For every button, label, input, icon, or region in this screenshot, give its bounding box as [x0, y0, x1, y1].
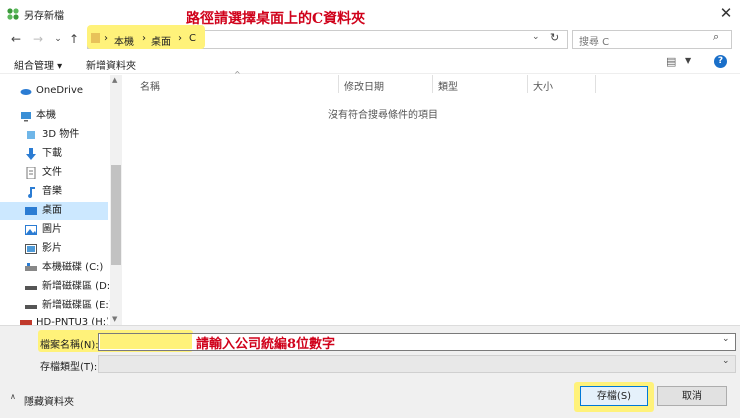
column-header-size[interactable]: 大小 [533, 78, 553, 93]
hide-folders-button[interactable]: 隱藏資料夾 [24, 393, 74, 408]
breadcrumb-this-pc[interactable]: 本機 [114, 33, 134, 48]
close-icon: ✕ [719, 4, 733, 22]
music-note-icon [28, 187, 35, 198]
forward-button[interactable]: → [30, 31, 46, 47]
sidebar-item-drive-c[interactable]: 本機磁碟 (C:) [0, 259, 108, 277]
sidebar-item-3d-objects[interactable]: 3D 物件 [0, 126, 108, 144]
sidebar-item-desktop[interactable]: 桌面 [0, 202, 108, 220]
column-header-type[interactable]: 類型 [438, 78, 458, 93]
close-button[interactable]: ✕ [715, 2, 737, 24]
back-arrow-icon: ← [10, 32, 22, 46]
sidebar-item-pictures[interactable]: 圖片 [0, 221, 108, 239]
cancel-button[interactable]: 取消 [657, 386, 727, 406]
video-icon [25, 244, 37, 254]
search-icon[interactable]: ⌕ [713, 30, 719, 44]
new-folder-button[interactable]: 新增資料夾 [86, 57, 136, 72]
filename-field[interactable] [98, 333, 736, 351]
window-title: 另存新檔 [24, 11, 64, 22]
navigation-scrollbar-thumb[interactable] [111, 165, 121, 265]
search-input[interactable]: 搜尋 C [579, 33, 609, 48]
drive-icon [25, 305, 37, 309]
cloud-icon [20, 89, 32, 95]
forward-arrow-icon: → [32, 32, 44, 46]
view-dropdown-icon[interactable]: ▼ [685, 56, 691, 65]
cube-icon [27, 131, 35, 139]
sidebar-clip: HD-PNTU3 (H:) [0, 312, 108, 325]
sidebar-item-music[interactable]: 音樂 [0, 183, 108, 201]
filename-value-highlight [100, 334, 192, 349]
filetype-label: 存檔類型(T): [40, 362, 98, 373]
filename-annotation: 請輸入公司統編8位數字 [196, 337, 336, 352]
sidebar-item-drive-d[interactable]: 新增磁碟區 (D:) [0, 278, 114, 296]
download-arrow-icon [26, 148, 36, 160]
scroll-down-icon[interactable]: ▼ [112, 315, 117, 323]
up-button[interactable]: ↑ [66, 31, 82, 47]
column-headers [122, 75, 740, 93]
save-button[interactable]: 存檔(S) [580, 386, 648, 406]
sidebar-item-documents[interactable]: 文件 [0, 164, 108, 182]
breadcrumb-desktop[interactable]: 桌面 [151, 33, 171, 48]
up-arrow-icon: ↑ [68, 32, 80, 46]
sidebar-item-this-pc[interactable]: 本機 [0, 107, 108, 125]
organize-button[interactable]: 組合管理 ▾ [14, 57, 62, 72]
chevron-up-icon[interactable]: ∧ [10, 392, 16, 401]
recent-locations-button[interactable]: ⌄ [50, 31, 66, 47]
filetype-select[interactable] [98, 355, 736, 373]
computer-icon [21, 112, 31, 122]
desktop-icon [25, 207, 37, 215]
filename-label: 檔案名稱(N): [40, 340, 99, 351]
filetype-dropdown-icon[interactable]: ⌄ [722, 356, 730, 366]
sidebar-item-videos[interactable]: 影片 [0, 240, 108, 258]
title-bar [0, 0, 740, 28]
view-options-icon[interactable]: ▤ [666, 55, 676, 68]
document-icon [26, 167, 36, 179]
usb-drive-icon [20, 320, 32, 325]
sort-indicator-icon: ^ [234, 70, 241, 79]
save-dialog-icon [7, 8, 19, 20]
column-header-modified[interactable]: 修改日期 [344, 78, 384, 93]
empty-results-message: 沒有符合搜尋條件的項目 [328, 110, 438, 121]
scroll-up-icon[interactable]: ▲ [112, 76, 117, 84]
filename-dropdown-icon[interactable]: ⌄ [722, 334, 730, 344]
help-icon[interactable]: ? [714, 55, 727, 68]
address-dropdown-icon[interactable]: ⌄ [532, 32, 540, 42]
back-button[interactable]: ← [8, 31, 24, 47]
sidebar-item-drive-h[interactable]: HD-PNTU3 (H:) [0, 314, 108, 325]
refresh-icon[interactable]: ↻ [550, 31, 559, 44]
chevron-down-icon: ⌄ [54, 34, 62, 44]
sidebar-item-onedrive[interactable]: OneDrive [0, 82, 108, 100]
path-annotation: 路徑請選擇桌面上的C資料夾 [186, 11, 366, 27]
picture-icon [25, 225, 37, 235]
column-header-name[interactable]: 名稱 [140, 78, 160, 93]
drive-icon [25, 286, 37, 290]
sidebar-item-downloads[interactable]: 下載 [0, 145, 108, 163]
folder-icon [91, 33, 100, 43]
drive-icon [25, 263, 37, 271]
breadcrumb-c[interactable]: C [189, 33, 196, 44]
